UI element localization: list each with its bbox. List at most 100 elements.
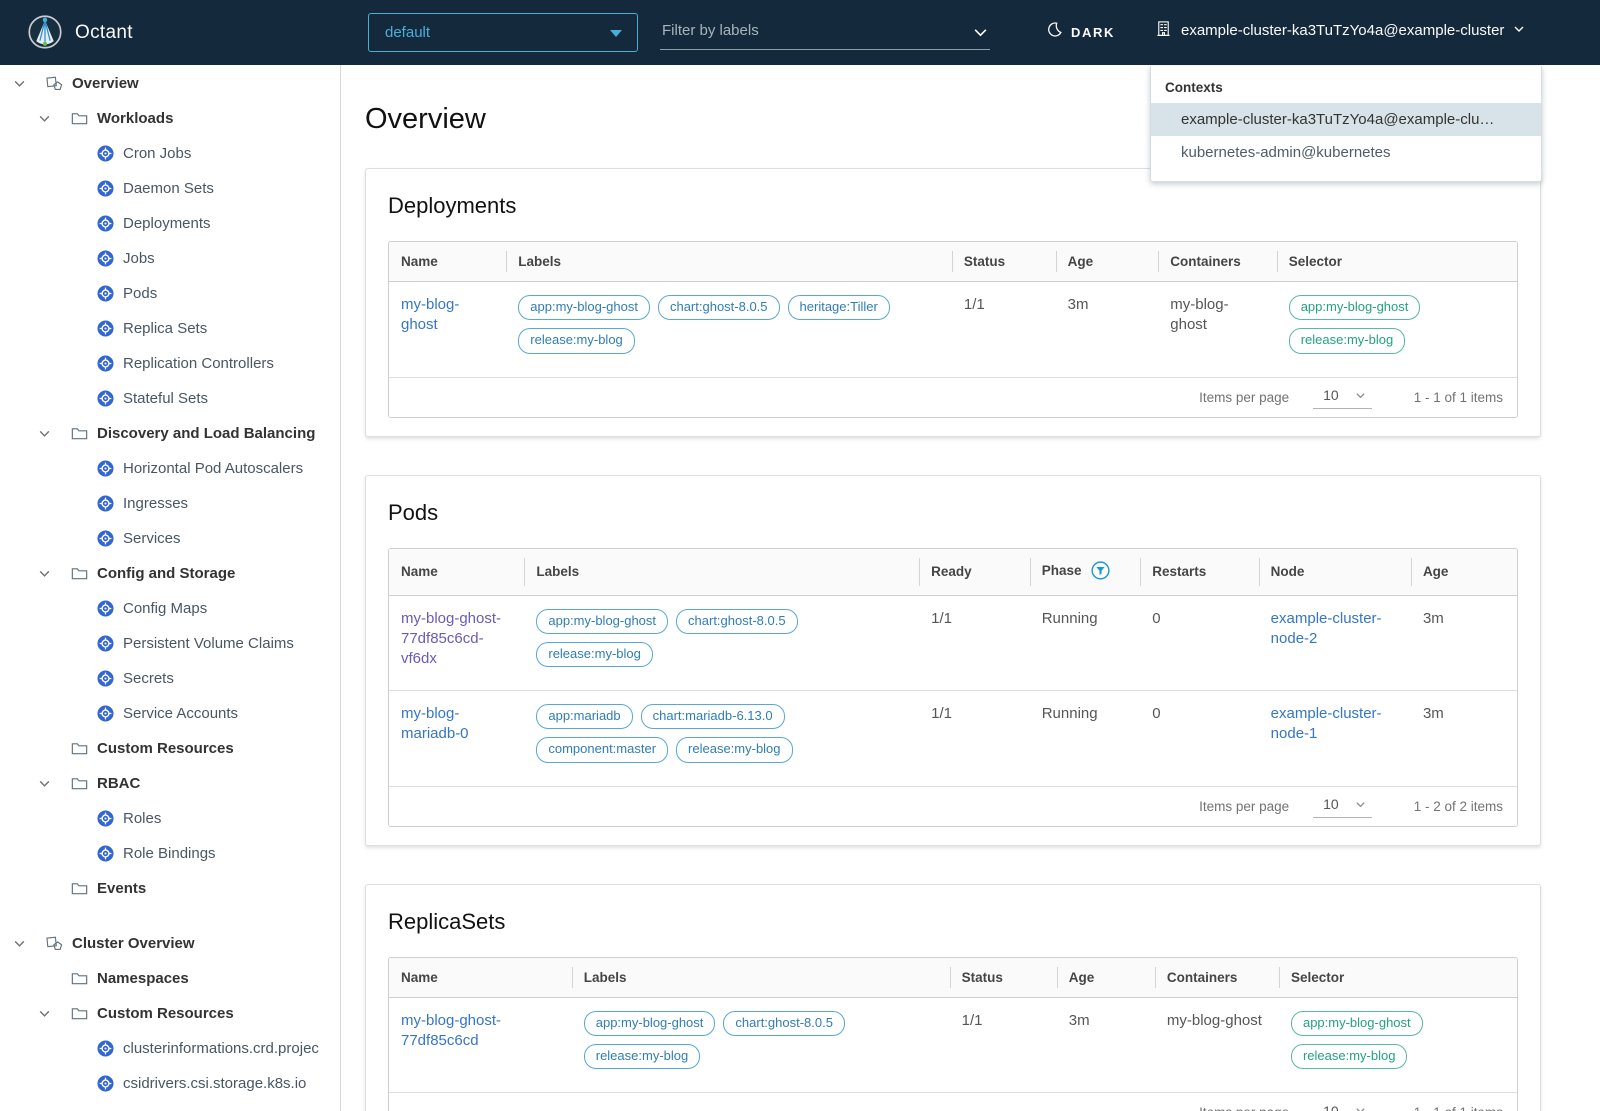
sidebar-item-replication-controllers[interactable]: Replication Controllers bbox=[0, 346, 340, 381]
sidebar-item-horizontal-pod-autoscalers[interactable]: Horizontal Pod Autoscalers bbox=[0, 451, 340, 486]
applications-icon bbox=[46, 75, 63, 92]
column-header-selector[interactable]: Selector bbox=[1276, 242, 1517, 282]
sidebar-item-label: Services bbox=[123, 530, 181, 547]
sidebar-item-label: Pods bbox=[123, 285, 158, 302]
sidebar-item-discovery-and-load-balancing[interactable]: Discovery and Load Balancing bbox=[0, 416, 340, 451]
theme-toggle[interactable]: DARK bbox=[1046, 21, 1115, 43]
resource-icon bbox=[97, 355, 114, 372]
pagination: Items per page 10 1 - 2 of 2 items bbox=[389, 785, 1517, 826]
column-label: Age bbox=[1422, 564, 1449, 580]
page-size-select[interactable]: 10 bbox=[1313, 1101, 1372, 1111]
cell-value: 1/1 bbox=[931, 609, 953, 627]
chevron-down-icon[interactable] bbox=[38, 112, 71, 125]
page-size-select[interactable]: 10 bbox=[1313, 385, 1372, 410]
column-header-name[interactable]: Name bbox=[389, 957, 572, 998]
cell: my-blog-ghost-77df85c6cd bbox=[389, 998, 572, 1093]
sidebar-item-cron-jobs[interactable]: Cron Jobs bbox=[0, 136, 340, 171]
column-header-selector[interactable]: Selector bbox=[1278, 957, 1517, 998]
pods-table: Name Labels Ready Phase Restarts Node Age my-bl… bbox=[388, 547, 1518, 827]
sidebar-item-csidrivers-csi-storage-k8s-io[interactable]: csidrivers.csi.storage.k8s.io bbox=[0, 1066, 340, 1101]
column-header-age[interactable]: Age bbox=[1056, 957, 1155, 998]
cell: app:my-blog-ghost release:my-blog bbox=[1279, 998, 1517, 1093]
cell-value: 1/1 bbox=[961, 1011, 983, 1029]
column-label: Labels bbox=[518, 254, 562, 269]
sidebar-item-deployments[interactable]: Deployments bbox=[0, 206, 340, 241]
sidebar-item-stateful-sets[interactable]: Stateful Sets bbox=[0, 381, 340, 416]
label-pill: chart:ghost-8.0.5 bbox=[657, 295, 780, 321]
sidebar-item-label: RBAC bbox=[97, 775, 141, 792]
context-option-2[interactable]: kubernetes-admin@kubernetes bbox=[1151, 136, 1541, 169]
sidebar-item-roles[interactable]: Roles bbox=[0, 801, 340, 836]
filter-icon[interactable] bbox=[1091, 561, 1111, 583]
cell: example-cluster-node-1 bbox=[1258, 690, 1411, 786]
column-header-labels[interactable]: Labels bbox=[571, 957, 950, 998]
sidebar-item-label: Service Accounts bbox=[123, 705, 239, 722]
chevron-down-icon[interactable] bbox=[38, 777, 71, 790]
caret-down-icon bbox=[1356, 801, 1365, 808]
page-size-select[interactable]: 10 bbox=[1313, 794, 1372, 819]
column-header-labels[interactable]: Labels bbox=[524, 548, 920, 596]
chevron-down-icon[interactable] bbox=[38, 427, 71, 440]
sidebar-item-secrets[interactable]: Secrets bbox=[0, 661, 340, 696]
sidebar-item-replica-sets[interactable]: Replica Sets bbox=[0, 311, 340, 346]
sidebar-item-custom-resources[interactable]: Custom Resources bbox=[0, 996, 340, 1031]
chevron-down-icon[interactable] bbox=[13, 77, 46, 90]
column-header-status[interactable]: Status bbox=[951, 242, 1056, 282]
pagination-range: 1 - 2 of 2 items bbox=[1413, 798, 1503, 814]
column-header-status[interactable]: Status bbox=[949, 957, 1057, 998]
context-switcher[interactable]: example-cluster-ka3TuTzYo4a@example-clus… bbox=[1155, 20, 1525, 41]
resource-link[interactable]: example-cluster-node-2 bbox=[1271, 610, 1382, 647]
column-header-containers[interactable]: Containers bbox=[1158, 242, 1277, 282]
sidebar-item-daemon-sets[interactable]: Daemon Sets bbox=[0, 171, 340, 206]
column-header-name[interactable]: Name bbox=[389, 548, 525, 596]
chevron-down-icon[interactable] bbox=[13, 937, 46, 950]
sidebar-item-jobs[interactable]: Jobs bbox=[0, 241, 340, 276]
chevron-down-icon[interactable] bbox=[973, 25, 988, 45]
sidebar-item-custom-resources[interactable]: Custom Resources bbox=[0, 731, 340, 766]
sidebar-item-clusterinformations-crd-projec[interactable]: clusterinformations.crd.projec bbox=[0, 1031, 340, 1066]
sidebar-item-overview[interactable]: Overview bbox=[0, 66, 340, 101]
resource-link[interactable]: example-cluster-node-1 bbox=[1271, 705, 1382, 742]
context-option-1[interactable]: example-cluster-ka3TuTzYo4a@example-clu… bbox=[1151, 103, 1541, 136]
label-pill: app:mariadb bbox=[536, 704, 633, 730]
sidebar-item-config-maps[interactable]: Config Maps bbox=[0, 591, 340, 626]
cell: my-blog-ghost-77df85c6cd-vf6dx bbox=[389, 596, 524, 691]
column-header-age[interactable]: Age bbox=[1410, 548, 1517, 596]
chevron-down-icon[interactable] bbox=[38, 1007, 71, 1020]
deployments-card-title: Deployments bbox=[388, 193, 517, 218]
resource-link[interactable]: my-blog-ghost-77df85c6cd bbox=[401, 1012, 501, 1049]
sidebar-item-pods[interactable]: Pods bbox=[0, 276, 340, 311]
resource-link[interactable]: my-blog-ghost bbox=[401, 296, 459, 333]
sidebar-item-rbac[interactable]: RBAC bbox=[0, 766, 340, 801]
column-header-age[interactable]: Age bbox=[1055, 242, 1159, 282]
sidebar-item-role-bindings[interactable]: Role Bindings bbox=[0, 836, 340, 871]
column-header-restarts[interactable]: Restarts bbox=[1140, 548, 1259, 596]
sidebar-item-namespaces[interactable]: Namespaces bbox=[0, 961, 340, 996]
sidebar-item-persistent-volume-claims[interactable]: Persistent Volume Claims bbox=[0, 626, 340, 661]
sidebar-item-services[interactable]: Services bbox=[0, 521, 340, 556]
column-label: Phase bbox=[1041, 562, 1082, 578]
column-label: Status bbox=[963, 254, 1006, 269]
resource-link[interactable]: my-blog-mariadb-0 bbox=[401, 705, 469, 742]
pagination: Items per page 10 1 - 1 of 1 items bbox=[389, 1092, 1517, 1111]
resource-link[interactable]: my-blog-ghost-77df85c6cd-vf6dx bbox=[401, 610, 501, 668]
column-label: Containers bbox=[1166, 969, 1238, 985]
namespace-selector[interactable]: default bbox=[368, 13, 638, 52]
column-header-phase[interactable]: Phase bbox=[1029, 548, 1141, 596]
label-filter-input[interactable] bbox=[660, 16, 990, 50]
resource-icon bbox=[97, 810, 114, 827]
sidebar-item-events[interactable]: Events bbox=[0, 871, 340, 906]
column-header-labels[interactable]: Labels bbox=[506, 242, 952, 282]
sidebar-item-cluster-overview[interactable]: Cluster Overview bbox=[0, 926, 340, 961]
sidebar-item-label: Stateful Sets bbox=[123, 390, 209, 407]
sidebar-item-service-accounts[interactable]: Service Accounts bbox=[0, 696, 340, 731]
sidebar-item-config-and-storage[interactable]: Config and Storage bbox=[0, 556, 340, 591]
column-header-containers[interactable]: Containers bbox=[1154, 957, 1279, 998]
column-header-node[interactable]: Node bbox=[1258, 548, 1411, 596]
sidebar-item-ingresses[interactable]: Ingresses bbox=[0, 486, 340, 521]
chevron-down-icon[interactable] bbox=[38, 567, 71, 580]
column-header-name[interactable]: Name bbox=[389, 242, 507, 282]
label-pill: chart:ghost-8.0.5 bbox=[676, 608, 798, 634]
column-header-ready[interactable]: Ready bbox=[919, 548, 1030, 596]
sidebar-item-workloads[interactable]: Workloads bbox=[0, 101, 340, 136]
